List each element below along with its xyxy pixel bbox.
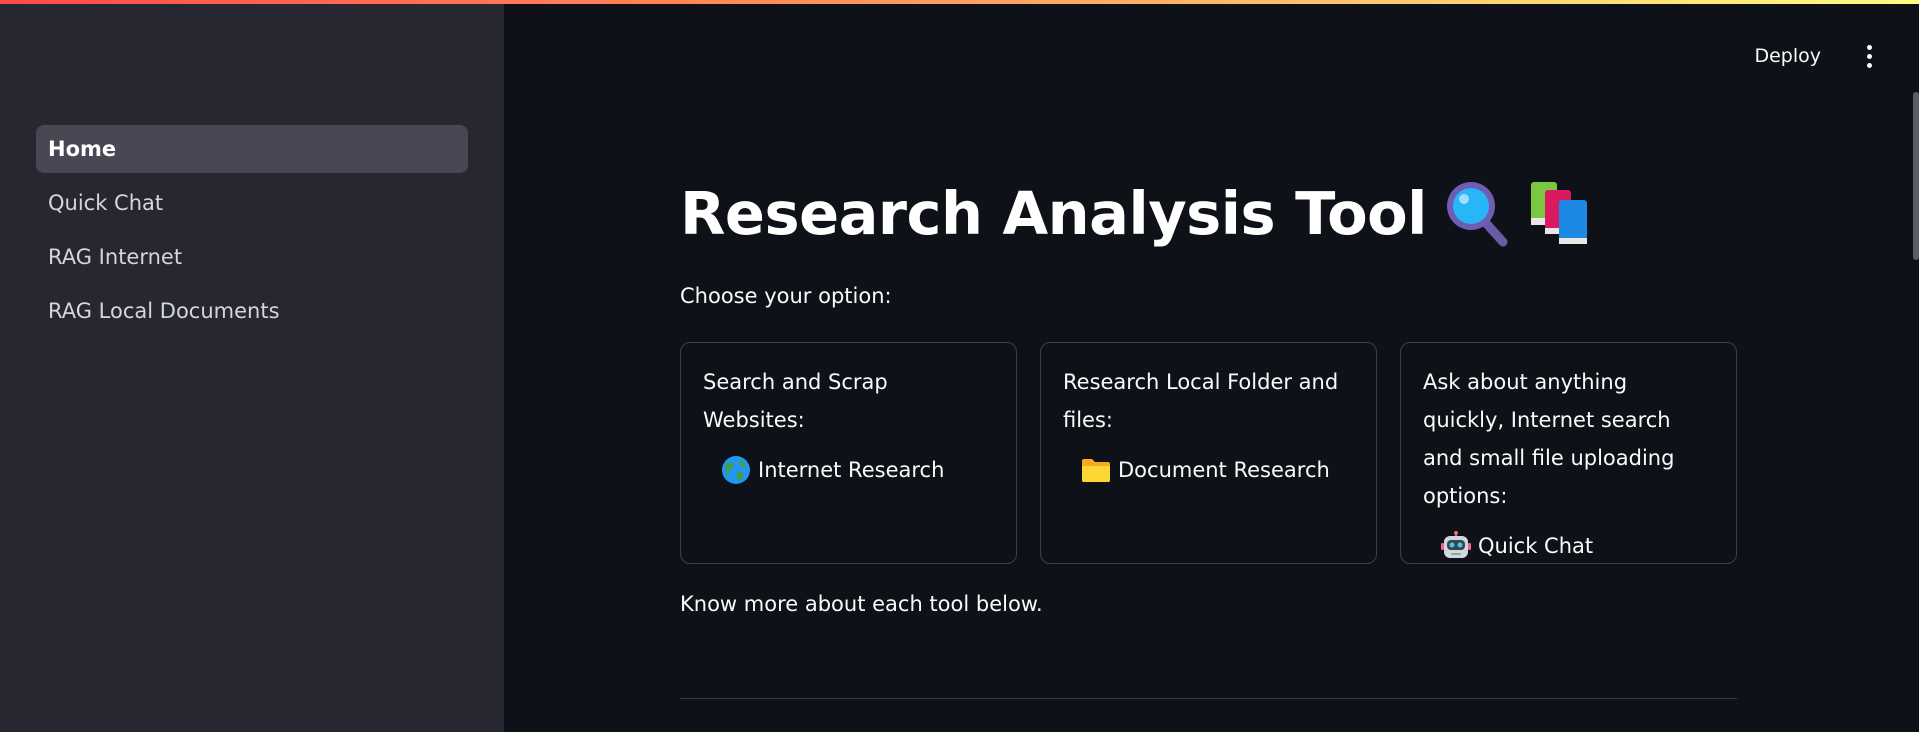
card-description: Search and Scrap Websites: xyxy=(703,370,888,432)
scrollbar[interactable] xyxy=(1913,92,1919,260)
quick-chat-card: Ask about anything quickly, Internet sea… xyxy=(1400,342,1737,564)
choose-option-text: Choose your option: xyxy=(680,284,892,308)
sidebar-item-rag-internet[interactable]: RAG Internet xyxy=(36,233,468,281)
folder-icon xyxy=(1081,455,1111,485)
quick-chat-link[interactable]: Quick Chat xyxy=(1441,531,1714,561)
header-actions: Deploy xyxy=(1742,36,1881,76)
page-title-row: Research Analysis Tool xyxy=(680,178,1597,248)
quick-chat-label: Quick Chat xyxy=(1478,534,1594,558)
magnifier-icon xyxy=(1441,178,1511,248)
sidebar-nav: Home Quick Chat RAG Internet RAG Local D… xyxy=(36,125,468,341)
sidebar-item-home[interactable]: Home xyxy=(36,125,468,173)
internet-research-label: Internet Research xyxy=(758,458,945,482)
books-icon xyxy=(1525,178,1597,248)
document-research-label: Document Research xyxy=(1118,458,1330,482)
vertical-ellipsis-icon[interactable] xyxy=(1857,40,1881,72)
know-more-text: Know more about each tool below. xyxy=(680,592,1043,616)
card-description: Research Local Folder and files: xyxy=(1063,370,1339,432)
card-description: Ask about anything quickly, Internet sea… xyxy=(1423,370,1675,508)
page-title: Research Analysis Tool xyxy=(680,178,1427,248)
sidebar-item-rag-local-documents[interactable]: RAG Local Documents xyxy=(36,287,468,335)
deploy-button[interactable]: Deploy xyxy=(1742,39,1833,73)
globe-icon xyxy=(721,455,751,485)
document-research-card: Research Local Folder and files: Documen… xyxy=(1040,342,1377,564)
internet-research-card: Search and Scrap Websites: Internet Rese… xyxy=(680,342,1017,564)
top-decoration-bar xyxy=(0,0,1919,4)
internet-research-link[interactable]: Internet Research xyxy=(721,455,994,485)
document-research-link[interactable]: Document Research xyxy=(1081,455,1354,485)
robot-icon xyxy=(1441,531,1471,561)
sidebar-item-quick-chat[interactable]: Quick Chat xyxy=(36,179,468,227)
divider xyxy=(680,698,1737,699)
sidebar: Home Quick Chat RAG Internet RAG Local D… xyxy=(0,0,504,732)
